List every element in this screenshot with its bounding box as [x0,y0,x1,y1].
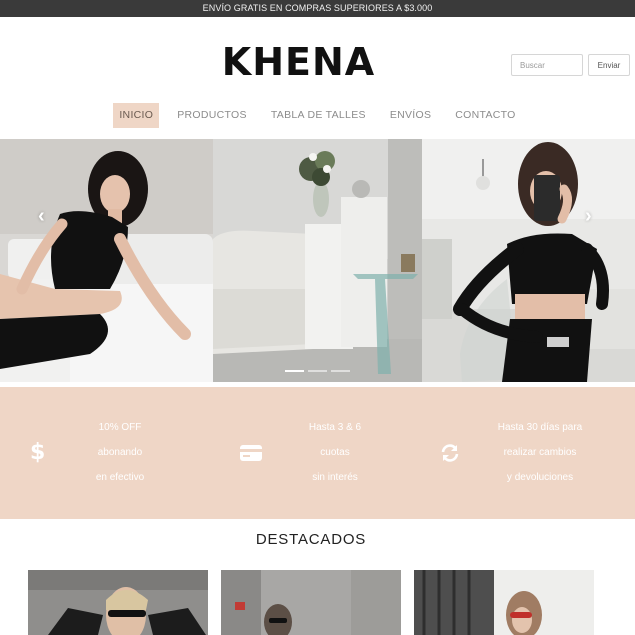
benefit-line: Hasta 30 días para [497,422,583,433]
hero-slider[interactable]: ‹ › [0,139,635,382]
chevron-right-icon[interactable]: › [585,205,592,228]
nav-item-contacto[interactable]: CONTACTO [449,103,521,128]
credit-card-icon [240,445,262,461]
product-card-2[interactable] [221,570,401,635]
slider-dot-1[interactable] [285,370,304,372]
nav-item-productos[interactable]: PRODUCTOS [171,103,253,128]
store-logo[interactable]: KHENA [0,40,597,84]
announcement-bar: ENVÍO GRATIS EN COMPRAS SUPERIORES A $3.… [0,0,635,17]
benefit-line: 10% OFF [98,422,142,433]
slide-image-bedroom [0,139,213,382]
product-card-3[interactable] [414,570,594,635]
benefit-installments: Hasta 3 & 6 cuotas sin interés [285,415,385,490]
nav-item-inicio[interactable]: INICIO [113,103,160,128]
dollar-icon: $ [30,440,46,465]
slide-image-mirror-selfie [422,139,635,382]
product-card-1[interactable] [28,570,208,635]
nav-item-tabla-de-talles[interactable]: TABLA DE TALLES [265,103,372,128]
benefit-line: y devoluciones [506,472,574,483]
benefit-line: realizar cambios [503,447,577,458]
benefit-line: Hasta 3 & 6 [308,422,362,433]
chevron-left-icon[interactable]: ‹ [38,205,45,228]
benefit-line: abonando [97,447,143,458]
search-input[interactable] [511,54,583,76]
benefit-cash-discount: 10% OFF abonando en efectivo [70,415,170,490]
benefit-returns: Hasta 30 días para realizar cambios y de… [480,415,600,490]
slide-image-interior [213,139,422,382]
main-nav: INICIO PRODUCTOS TABLA DE TALLES ENVÍOS … [0,103,635,128]
nav-item-envios[interactable]: ENVÍOS [384,103,437,128]
slider-dot-3[interactable] [331,370,350,372]
exchange-icon [441,444,459,462]
benefit-line: sin interés [312,472,358,483]
slider-pagination [285,370,350,372]
slider-dot-2[interactable] [308,370,327,372]
featured-title: DESTACADOS [255,531,367,548]
search-form: Enviar [511,54,630,76]
benefit-line: en efectivo [95,472,145,483]
search-submit-button[interactable]: Enviar [588,54,630,76]
benefit-line: cuotas [320,447,350,458]
benefits-banner: $ 10% OFF abonando en efectivo Hasta 3 &… [0,387,635,519]
announcement-text: ENVÍO GRATIS EN COMPRAS SUPERIORES A $3.… [202,3,433,13]
